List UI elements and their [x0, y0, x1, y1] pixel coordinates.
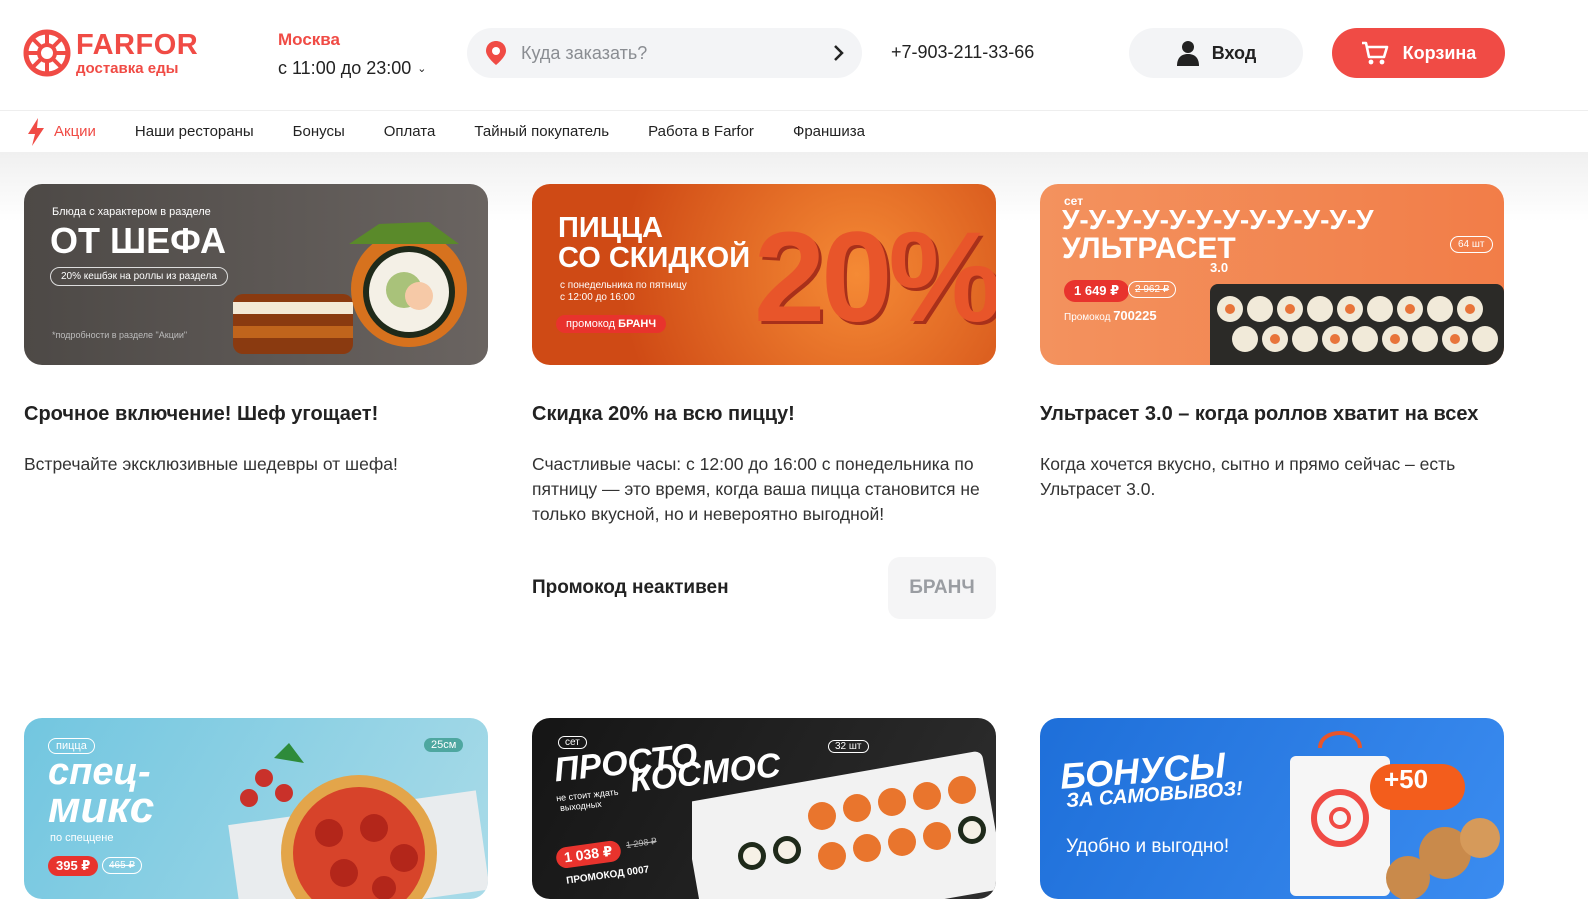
promo-card-chef[interactable]: Блюда с характером в разделе ОТ ШЕФА 20%… [24, 184, 488, 477]
chevron-down-icon: ⌄ [417, 63, 427, 75]
banner-promo-code: 700225 [1113, 308, 1157, 323]
lightning-icon [28, 117, 44, 146]
city-name[interactable]: Москва [278, 30, 427, 50]
nav-item-franchise[interactable]: Франшиза [793, 123, 865, 140]
promo-banner-pizza[interactable]: ПИЦЦА СО СКИДКОЙ с понедельника по пятни… [532, 184, 996, 365]
banner-sub-2: с 12:00 до 16:00 [560, 292, 635, 303]
user-icon [1176, 41, 1199, 66]
banner-promo: ПРОМОКОД 0007 [565, 864, 650, 887]
nav-item-careers[interactable]: Работа в Farfor [648, 123, 754, 140]
banner-headline-2: СО СКИДКОЙ [558, 242, 751, 274]
nav-item-mystery-shopper[interactable]: Тайный покупатель [474, 123, 609, 140]
promo-title[interactable]: Ультрасет 3.0 – когда роллов хватит на в… [1040, 403, 1504, 426]
working-hours-text: с 11:00 до 23:00 [278, 58, 412, 78]
cart-label: Корзина [1402, 42, 1477, 63]
promo-card-ultraset[interactable]: сет У-У-У-У-У-У-У-У-У-У-У-У УЛЬТРАСЕТ 3.… [1040, 184, 1504, 502]
promo-card-pickup-bonus[interactable]: БОНУСЫ ЗА САМОВЫВОЗ! Удобно и выгодно! +… [1040, 718, 1504, 899]
banner-headline-2: микс [48, 783, 155, 832]
promo-card-cosmos[interactable]: сет 32 шт ПРОСТО КОСМОС не стоит ждать в… [532, 718, 996, 899]
banner-badge: +50 [1384, 764, 1429, 794]
banner-promo-pill: промокод БРАНЧ [556, 315, 667, 333]
phone-number[interactable]: +7-903-211-33-66 [891, 42, 1034, 63]
banner-old-price: 1 298 ₽ [625, 835, 658, 851]
login-label: Вход [1211, 42, 1257, 63]
banner-note: *подробности в разделе "Акции" [52, 330, 188, 340]
sushi-set-illustration [1210, 284, 1504, 365]
banner-sub: Удобно и выгодно! [1066, 836, 1230, 857]
nav-item-bonuses[interactable]: Бонусы [293, 123, 345, 140]
nav-item-payment[interactable]: Оплата [384, 123, 436, 140]
banner-headline: ОТ ШЕФА [50, 220, 227, 261]
nav-item-promotions[interactable]: Акции [26, 117, 96, 146]
banner-top-text: Блюда с характером в разделе [52, 206, 211, 218]
promo-banner-pickup-bonus[interactable]: БОНУСЫ ЗА САМОВЫВОЗ! Удобно и выгодно! +… [1040, 718, 1504, 899]
login-button[interactable]: Вход [1129, 28, 1303, 78]
city-selector[interactable]: Москва с 11:00 до 23:00 ⌄ [278, 30, 427, 79]
address-search-input[interactable] [521, 42, 821, 64]
location-pin-icon [486, 41, 506, 65]
promo-title[interactable]: Скидка 20% на всю пиццу! [532, 403, 996, 426]
nav-item-restaurants[interactable]: Наши рестораны [135, 123, 254, 140]
promo-code-button[interactable]: БРАНЧ [888, 557, 996, 619]
cart-icon [1361, 41, 1388, 65]
chevron-right-icon[interactable] [832, 44, 846, 62]
promo-description: Когда хочется вкусно, сытно и прямо сейч… [1040, 454, 1456, 499]
working-hours[interactable]: с 11:00 до 23:00 ⌄ [278, 58, 427, 79]
logo[interactable]: FARFOR доставка еды [22, 28, 198, 78]
banner-price: 1 649 ₽ [1064, 280, 1130, 302]
site-header: FARFOR доставка еды Москва с 11:00 до 23… [0, 0, 1588, 110]
brand-name: FARFOR [76, 28, 199, 61]
logo-icon [23, 29, 71, 77]
promo-card-spec-mix[interactable]: пицца 25см спец- микс по спеццене 395 ₽ … [24, 718, 488, 899]
banner-headline-1: ПИЦЦА [558, 212, 663, 244]
promo-banner-cosmos[interactable]: сет 32 шт ПРОСТО КОСМОС не стоит ждать в… [532, 718, 996, 899]
promo-status: Промокод неактивен [532, 577, 729, 598]
banner-promo-label: промокод [566, 318, 616, 330]
banner-promo-label: Промокод 700225 [1064, 308, 1157, 323]
sushi-roll-illustration [233, 222, 467, 354]
banner-count: 64 шт [1450, 236, 1493, 253]
pizza-illustration [228, 743, 488, 899]
promo-description: Встречайте эксклюзивные шедевры от шефа! [24, 454, 398, 474]
main-nav: Акции Наши рестораны Бонусы Оплата Тайны… [0, 110, 1588, 152]
banner-sub-1: с понедельника по пятницу [560, 280, 687, 291]
promo-description: Счастливые часы: с 12:00 до 16:00 с поне… [532, 454, 980, 524]
promo-banner-ultraset[interactable]: сет У-У-У-У-У-У-У-У-У-У-У-У УЛЬТРАСЕТ 3.… [1040, 184, 1504, 365]
banner-sub: по спеццене [50, 832, 114, 844]
promo-banner-spec-mix[interactable]: пицца 25см спец- микс по спеццене 395 ₽ … [24, 718, 488, 899]
address-search[interactable] [467, 28, 862, 78]
promo-banner-chef[interactable]: Блюда с характером в разделе ОТ ШЕФА 20%… [24, 184, 488, 365]
sushi-set-illustration [692, 751, 996, 899]
nav-item-label: Акции [54, 123, 96, 140]
banner-label: сет [558, 736, 587, 749]
banner-price: 1 038 ₽ [554, 839, 622, 870]
banner-price: 395 ₽ [48, 856, 99, 876]
promo-code-row: Промокод неактивен БРАНЧ [532, 557, 996, 619]
brand-tagline: доставка еды [76, 59, 179, 77]
banner-old-price: 2 962 ₽ [1128, 281, 1177, 298]
banner-big-percent: 20% [754, 206, 996, 349]
banner-promo-code: БРАНЧ [618, 318, 657, 330]
shopping-bag-illustration [1290, 731, 1500, 899]
banner-pill: 20% кешбэк на роллы из раздела [50, 267, 228, 286]
promo-card-pizza[interactable]: ПИЦЦА СО СКИДКОЙ с понедельника по пятни… [532, 184, 996, 619]
cart-button[interactable]: Корзина [1332, 28, 1505, 78]
banner-old-price: 465 ₽ [102, 857, 142, 874]
promo-title[interactable]: Срочное включение! Шеф угощает! [24, 403, 488, 426]
